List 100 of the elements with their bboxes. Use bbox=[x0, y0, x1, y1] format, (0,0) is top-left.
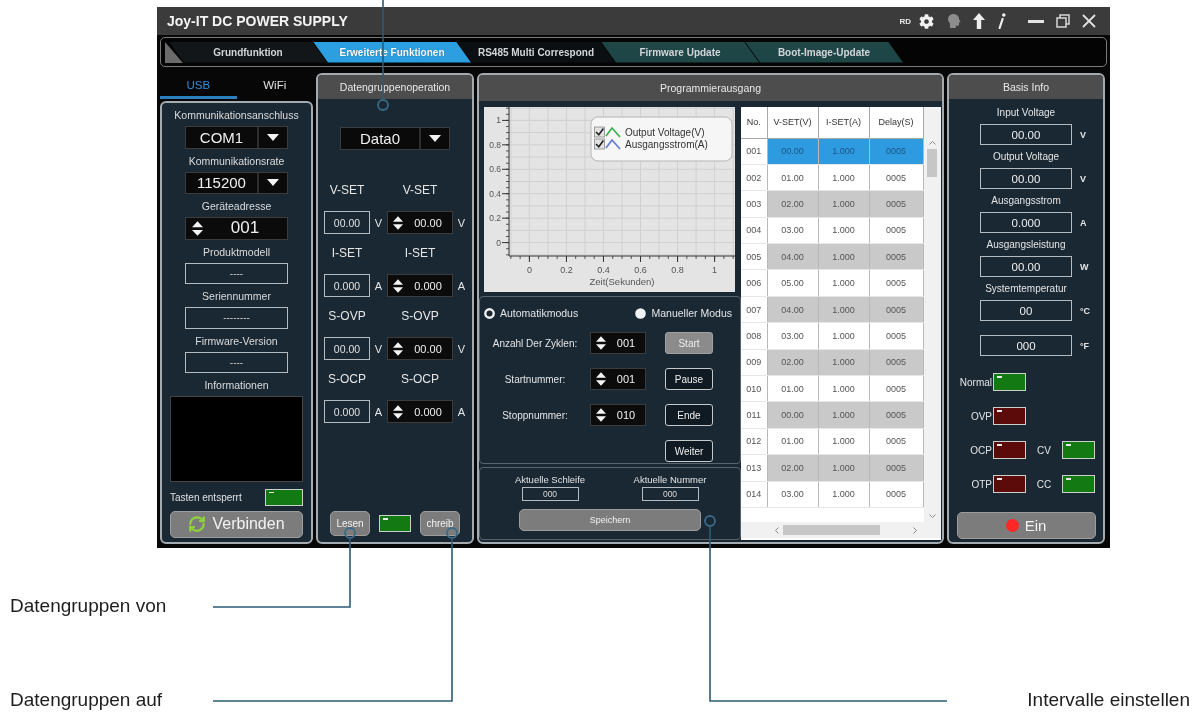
spinner-field[interactable]: 0.000 bbox=[387, 400, 453, 423]
table-cell: 02.00 bbox=[767, 454, 818, 482]
table-cell: 008 bbox=[741, 322, 767, 350]
connect-button[interactable]: Verbinden bbox=[170, 511, 303, 538]
table-cell: 03.00 bbox=[767, 322, 818, 350]
up-arrow-icon[interactable] bbox=[973, 13, 985, 29]
spinner-field[interactable]: 001 bbox=[590, 368, 646, 390]
value-field: 00.00 bbox=[324, 211, 370, 234]
column-header[interactable]: Delay(S) bbox=[869, 107, 923, 138]
param-label: V-SET bbox=[329, 183, 365, 197]
radio-icon[interactable] bbox=[635, 307, 647, 319]
table-row[interactable]: 002 01.00 1.000 0005 bbox=[741, 164, 923, 191]
radio-icon[interactable] bbox=[484, 307, 495, 319]
tab[interactable]: Grundfunktion bbox=[169, 41, 327, 63]
field-label: Kommunikationsrate bbox=[188, 154, 285, 167]
spinner-arrows-icon[interactable] bbox=[393, 215, 403, 230]
spinner-arrows-icon[interactable] bbox=[596, 372, 606, 386]
table-cell: 1.000 bbox=[818, 296, 869, 323]
table-cell: 02.00 bbox=[767, 349, 818, 376]
table-cell: 0005 bbox=[869, 481, 923, 508]
tab[interactable]: WiFi bbox=[236, 73, 313, 99]
tick-label: 0.6 bbox=[489, 164, 501, 175]
spinner-field[interactable]: 001 bbox=[590, 332, 646, 354]
radio-option[interactable]: Manueller Modus bbox=[635, 306, 732, 320]
table-cell: 009 bbox=[741, 349, 767, 376]
spinner-arrows-icon[interactable] bbox=[393, 341, 403, 356]
table-row[interactable]: 007 04.00 1.000 0005 bbox=[741, 296, 923, 323]
dropdown-arrow-icon[interactable] bbox=[267, 179, 279, 187]
field-label: Ausgangsstrom bbox=[990, 195, 1062, 207]
tab[interactable]: Boot-Image-Update bbox=[745, 41, 903, 63]
dropdown[interactable]: Data0 bbox=[340, 127, 450, 150]
column-header[interactable]: I-SET(A) bbox=[818, 107, 869, 138]
column-header[interactable]: V-SET(V) bbox=[767, 107, 818, 138]
callout-label: Datengruppen von bbox=[10, 595, 168, 617]
legend-checkbox[interactable] bbox=[594, 126, 605, 138]
tab[interactable]: Firmware Update bbox=[601, 41, 759, 63]
spinner-arrows-icon[interactable] bbox=[393, 278, 403, 293]
head-icon[interactable] bbox=[946, 13, 961, 29]
table-cell: 012 bbox=[741, 428, 767, 455]
rd-label: RD bbox=[899, 16, 911, 26]
minimize-icon[interactable] bbox=[1028, 19, 1044, 23]
column-header[interactable]: No. bbox=[741, 107, 767, 138]
table-cell: 011 bbox=[741, 401, 767, 429]
scrollbar-thumb[interactable] bbox=[783, 525, 880, 535]
value-field: 000 bbox=[521, 487, 579, 501]
scroll-left-icon[interactable] bbox=[775, 526, 779, 534]
spinner-field[interactable]: 010 bbox=[590, 404, 646, 426]
spinner-arrows-icon[interactable] bbox=[596, 336, 606, 350]
write-button[interactable]: chreib bbox=[420, 511, 460, 536]
table-row[interactable]: 013 02.00 1.000 0005 bbox=[741, 454, 923, 482]
table-row[interactable]: 005 04.00 1.000 0005 bbox=[741, 243, 923, 270]
table-row[interactable]: 004 03.00 1.000 0005 bbox=[741, 217, 923, 244]
table-row[interactable]: 014 03.00 1.000 0005 bbox=[741, 481, 923, 508]
radio-option[interactable]: Automatikmodus bbox=[484, 306, 579, 320]
read-button[interactable]: Lesen bbox=[330, 511, 370, 536]
table-cell: 03.00 bbox=[767, 217, 818, 244]
table-cell: 0005 bbox=[869, 217, 923, 244]
spinner-field[interactable]: 00.00 bbox=[387, 211, 453, 234]
dropdown[interactable]: COM1 bbox=[185, 126, 288, 149]
table-row[interactable]: 012 01.00 1.000 0005 bbox=[741, 428, 923, 455]
restore-icon[interactable] bbox=[1056, 14, 1070, 28]
indicator-label: Normal bbox=[959, 376, 993, 388]
tab[interactable]: RS485 Multi Correspond bbox=[457, 41, 615, 63]
spinner-arrows-icon[interactable] bbox=[596, 408, 606, 422]
dropdown-arrow-icon[interactable] bbox=[429, 135, 441, 142]
table-row[interactable]: 009 02.00 1.000 0005 bbox=[741, 349, 923, 376]
action-button[interactable]: Ende bbox=[665, 404, 713, 426]
action-button[interactable]: Weiter bbox=[665, 440, 713, 462]
unit-label: V bbox=[374, 342, 383, 355]
panel-title: Basis Info bbox=[949, 75, 1103, 99]
table-cell: 0005 bbox=[869, 269, 923, 297]
settings-icon[interactable] bbox=[919, 13, 934, 29]
close-icon[interactable] bbox=[1082, 14, 1096, 28]
action-button[interactable]: Pause bbox=[665, 368, 713, 390]
scroll-right-icon[interactable] bbox=[913, 526, 917, 534]
legend-checkbox[interactable] bbox=[594, 138, 605, 150]
spinner-field[interactable]: 00.00 bbox=[387, 337, 453, 360]
scrollbar-thumb[interactable] bbox=[927, 149, 938, 177]
info-icon[interactable] bbox=[997, 13, 1006, 29]
table-row[interactable]: 010 01.00 1.000 0005 bbox=[741, 375, 923, 402]
value-field: 0.000 bbox=[324, 274, 370, 297]
horizontal-scrollbar[interactable] bbox=[741, 522, 941, 538]
param-label: V-SET bbox=[402, 183, 438, 197]
spinner-arrows-icon[interactable] bbox=[393, 404, 403, 419]
table-row[interactable]: 008 03.00 1.000 0005 bbox=[741, 322, 923, 350]
field-label: Produktmodell bbox=[202, 245, 271, 258]
table-cell: 0005 bbox=[869, 401, 923, 429]
save-button[interactable]: Speichern bbox=[519, 509, 701, 531]
scroll-up-icon[interactable] bbox=[928, 141, 936, 145]
scroll-down-icon[interactable] bbox=[928, 514, 936, 518]
spinner-field[interactable]: 0.000 bbox=[387, 274, 453, 297]
table-row[interactable]: 003 02.00 1.000 0005 bbox=[741, 190, 923, 218]
table-row[interactable]: 006 05.00 1.000 0005 bbox=[741, 269, 923, 297]
table-row[interactable]: 001 00.00 1.000 0005 bbox=[741, 138, 923, 165]
dropdown-arrow-icon[interactable] bbox=[267, 133, 279, 141]
dropdown[interactable]: 115200 bbox=[185, 171, 288, 194]
power-button[interactable]: Ein bbox=[956, 512, 1096, 539]
spinner-arrows-icon[interactable] bbox=[192, 220, 203, 236]
spinner-field[interactable]: 001 bbox=[185, 217, 288, 240]
table-row[interactable]: 011 00.00 1.000 0005 bbox=[741, 401, 923, 429]
